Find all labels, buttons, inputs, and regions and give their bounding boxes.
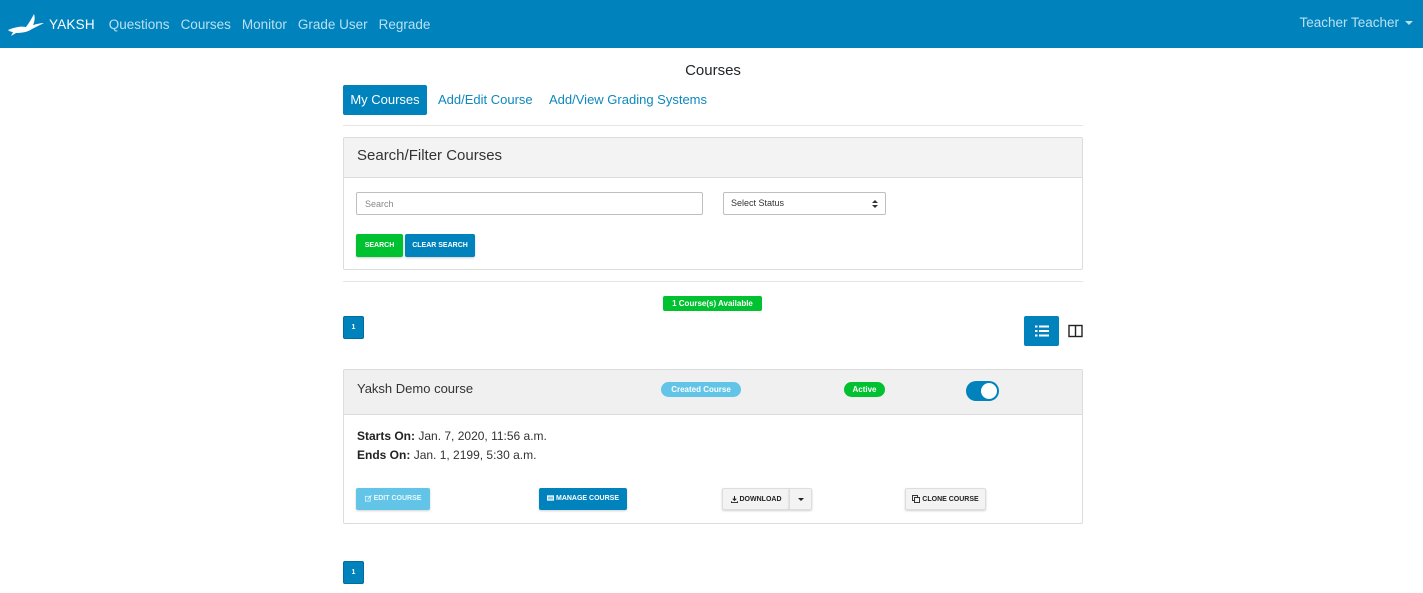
nav-courses[interactable]: Courses <box>181 17 231 32</box>
starts-value: Jan. 7, 2020, 11:56 a.m. <box>418 429 547 443</box>
pagination-page-1-bottom[interactable]: 1 <box>343 561 364 584</box>
course-count-badge: 1 Course(s) Available <box>663 296 762 311</box>
download-dropdown-toggle[interactable] <box>789 488 812 510</box>
course-start-date: Starts On: Jan. 7, 2020, 11:56 a.m. <box>357 429 547 443</box>
download-label: DOWNLOAD <box>739 496 782 503</box>
page-title: Courses <box>685 62 741 79</box>
manage-course-button[interactable]: MANAGE COURSE <box>539 488 627 510</box>
brand-name: YAKSH <box>49 16 95 32</box>
course-card-header: Yaksh Demo course Created Course Active <box>344 370 1082 415</box>
pagination-page-1[interactable]: 1 <box>343 316 364 339</box>
course-card: Yaksh Demo course Created Course Active … <box>343 369 1083 524</box>
ends-label: Ends On: <box>357 448 411 462</box>
grid-view-button[interactable] <box>1068 323 1083 339</box>
ends-value: Jan. 1, 2199, 5:30 a.m. <box>413 448 537 462</box>
chevron-down-icon <box>797 497 804 501</box>
edit-icon <box>364 494 372 502</box>
created-course-badge: Created Course <box>661 382 741 397</box>
course-name: Yaksh Demo course <box>357 381 474 396</box>
user-menu[interactable]: Teacher Teacher <box>1299 15 1413 30</box>
starts-label: Starts On: <box>357 429 416 443</box>
nav-links: Questions Courses Monitor Grade User Reg… <box>109 17 442 32</box>
search-filter-card: Search/Filter Courses Select Status SEAR… <box>343 137 1083 270</box>
clone-course-button[interactable]: CLONE COURSE <box>905 488 986 510</box>
copy-icon <box>912 495 921 504</box>
select-arrows-icon <box>872 200 878 208</box>
status-select-value: Select Status <box>731 198 785 208</box>
clone-course-label: CLONE COURSE <box>922 496 979 503</box>
status-badge: Active <box>844 382 885 397</box>
list-view-button[interactable] <box>1024 316 1059 346</box>
brand[interactable]: YAKSH <box>7 0 95 48</box>
crane-logo-icon <box>8 14 44 36</box>
tab-my-courses[interactable]: My Courses <box>343 85 427 115</box>
search-filter-heading: Search/Filter Courses <box>344 138 1082 178</box>
manage-course-label: MANAGE COURSE <box>555 495 619 502</box>
course-end-date: Ends On: Jan. 1, 2199, 5:30 a.m. <box>357 448 536 462</box>
tab-grading-systems[interactable]: Add/View Grading Systems <box>549 85 707 115</box>
download-button[interactable]: DOWNLOAD <box>722 488 789 510</box>
list-icon <box>1034 325 1049 337</box>
manage-icon <box>546 495 554 501</box>
nav-grade-user[interactable]: Grade User <box>298 17 368 32</box>
divider <box>343 125 1083 126</box>
columns-icon <box>1068 324 1083 338</box>
search-button[interactable]: SEARCH <box>356 234 403 257</box>
user-name: Teacher Teacher <box>1299 15 1399 30</box>
top-navbar: YAKSH Questions Courses Monitor Grade Us… <box>0 0 1423 48</box>
download-icon <box>730 495 738 503</box>
clear-search-button[interactable]: CLEAR SEARCH <box>405 234 475 257</box>
edit-course-button[interactable]: EDIT COURSE <box>356 488 430 510</box>
status-select[interactable]: Select Status <box>723 192 886 215</box>
divider <box>343 281 1083 282</box>
nav-regrade[interactable]: Regrade <box>379 17 431 32</box>
search-input[interactable] <box>356 192 703 215</box>
nav-questions[interactable]: Questions <box>109 17 170 32</box>
nav-monitor[interactable]: Monitor <box>242 17 287 32</box>
edit-course-label: EDIT COURSE <box>373 495 422 502</box>
tab-add-edit-course[interactable]: Add/Edit Course <box>438 85 533 115</box>
toggle-knob <box>981 383 997 399</box>
chevron-down-icon <box>1405 21 1413 26</box>
course-active-toggle[interactable] <box>966 381 999 401</box>
